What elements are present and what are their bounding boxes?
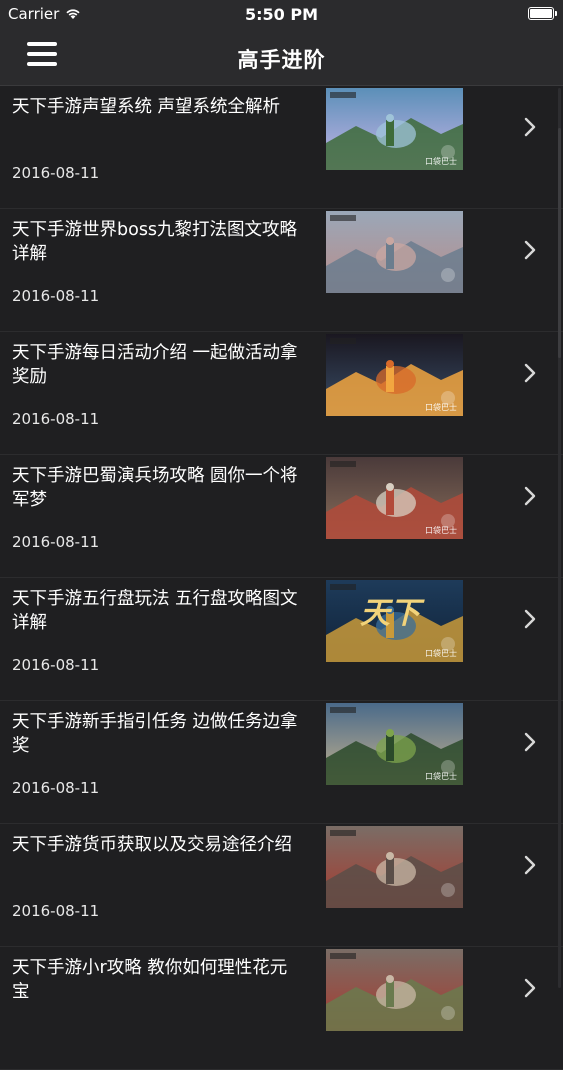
article-thumbnail bbox=[326, 949, 463, 1031]
list-item[interactable]: 天下手游新手指引任务 边做任务边拿奖 2016-08-11 口袋巴士 bbox=[0, 701, 563, 824]
article-title: 天下手游货币获取以及交易途径介绍 bbox=[12, 835, 292, 855]
list-item[interactable]: 天下手游每日活动介绍 一起做活动拿奖励 2016-08-11 口袋巴士 bbox=[0, 332, 563, 455]
chevron-right-icon bbox=[524, 855, 536, 875]
article-title: 天下手游小r攻略 教你如何理性花元宝 bbox=[12, 958, 288, 1002]
list-item[interactable]: 天下手游声望系统 声望系统全解析 2016-08-11 口袋巴士 bbox=[0, 86, 563, 209]
scrollbar[interactable] bbox=[558, 88, 561, 988]
article-thumbnail: 口袋巴士 bbox=[326, 88, 463, 170]
page-title: 高手进阶 bbox=[237, 48, 326, 72]
list-item[interactable]: 天下手游五行盘玩法 五行盘攻略图文详解 2016-08-11 口袋巴士 天下 bbox=[0, 578, 563, 701]
article-date: 2016-08-11 bbox=[12, 410, 100, 428]
article-thumbnail: 口袋巴士 bbox=[326, 334, 463, 416]
chevron-right-icon bbox=[524, 240, 536, 260]
thumb-watermark: 口袋巴士 bbox=[425, 526, 457, 535]
article-list[interactable]: 天下手游声望系统 声望系统全解析 2016-08-11 口袋巴士 天下手游世界b… bbox=[0, 86, 563, 1070]
chevron-right-icon bbox=[524, 978, 536, 998]
chevron-right-icon bbox=[524, 486, 536, 506]
list-item[interactable]: 天下手游小r攻略 教你如何理性花元宝 bbox=[0, 947, 563, 1070]
article-title: 天下手游五行盘玩法 五行盘攻略图文详解 bbox=[12, 589, 298, 633]
thumb-logo: 天下 bbox=[360, 596, 420, 631]
battery-icon bbox=[528, 7, 557, 20]
article-title: 天下手游新手指引任务 边做任务边拿奖 bbox=[12, 712, 298, 756]
status-bar: Carrier 5:50 PM bbox=[0, 0, 563, 28]
navigation-bar: 高手进阶 bbox=[0, 28, 563, 86]
article-date: 2016-08-11 bbox=[12, 533, 100, 551]
article-thumbnail: 口袋巴士 bbox=[326, 457, 463, 539]
article-thumbnail: 口袋巴士 天下 bbox=[326, 580, 463, 662]
article-date: 2016-08-11 bbox=[12, 656, 100, 674]
article-thumbnail bbox=[326, 826, 463, 908]
chevron-right-icon bbox=[524, 363, 536, 383]
status-time: 5:50 PM bbox=[244, 5, 318, 24]
article-thumbnail: 口袋巴士 bbox=[326, 703, 463, 785]
article-title: 天下手游世界boss九黎打法图文攻略详解 bbox=[12, 220, 298, 264]
thumb-watermark: 口袋巴士 bbox=[425, 772, 457, 781]
article-title: 天下手游每日活动介绍 一起做活动拿奖励 bbox=[12, 343, 298, 387]
article-title: 天下手游巴蜀演兵场攻略 圆你一个将军梦 bbox=[12, 466, 298, 510]
article-title: 天下手游声望系统 声望系统全解析 bbox=[12, 97, 281, 117]
chevron-right-icon bbox=[524, 609, 536, 629]
list-item[interactable]: 天下手游巴蜀演兵场攻略 圆你一个将军梦 2016-08-11 口袋巴士 bbox=[0, 455, 563, 578]
thumb-watermark: 口袋巴士 bbox=[425, 403, 457, 412]
article-date: 2016-08-11 bbox=[12, 779, 100, 797]
thumb-watermark: 口袋巴士 bbox=[425, 157, 457, 166]
list-item[interactable]: 天下手游世界boss九黎打法图文攻略详解 2016-08-11 bbox=[0, 209, 563, 332]
chevron-right-icon bbox=[524, 732, 536, 752]
article-date: 2016-08-11 bbox=[12, 902, 100, 920]
scroll-thumb[interactable] bbox=[558, 128, 561, 358]
list-item[interactable]: 天下手游货币获取以及交易途径介绍 2016-08-11 bbox=[0, 824, 563, 947]
article-date: 2016-08-11 bbox=[12, 164, 100, 182]
article-date: 2016-08-11 bbox=[12, 287, 100, 305]
thumb-watermark: 口袋巴士 bbox=[425, 649, 457, 658]
chevron-right-icon bbox=[524, 117, 536, 137]
article-thumbnail bbox=[326, 211, 463, 293]
